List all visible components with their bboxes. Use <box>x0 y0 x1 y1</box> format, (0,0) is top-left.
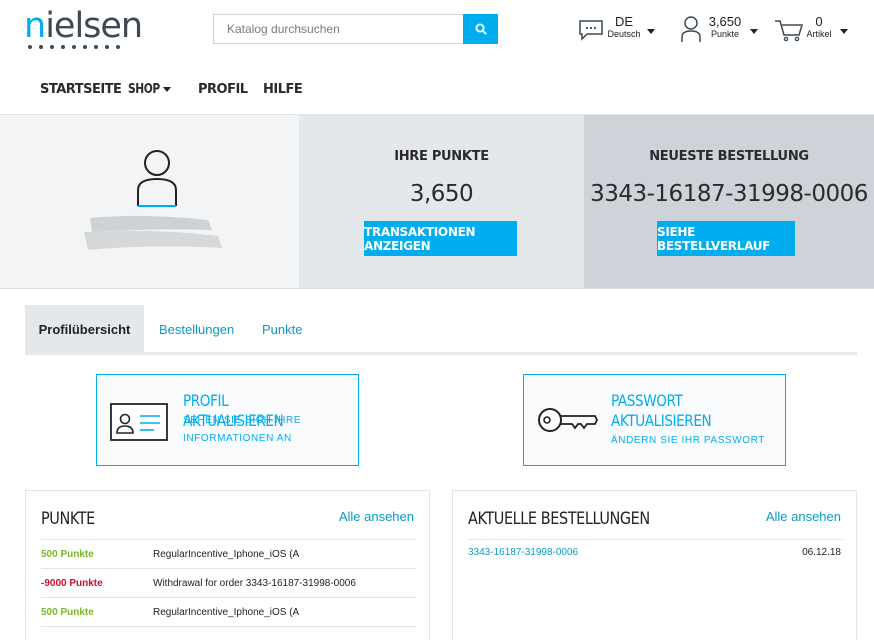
avatar-icon <box>137 150 177 207</box>
nav-label: PROFIL <box>198 82 248 97</box>
id-card-icon <box>110 403 168 441</box>
update-profile-sub1: SEHEN SIE SICH IHRE <box>183 415 302 426</box>
nielsen-logo[interactable]: nielsen <box>24 6 143 50</box>
profile-tabs: Profilübersicht Bestellungen Punkte <box>25 305 857 355</box>
redacted-username <box>84 215 222 250</box>
chat-bubble-icon <box>579 20 603 41</box>
user-panel <box>0 115 299 288</box>
header-points-label: Punkte <box>710 29 740 39</box>
latest-order-panel: NEUESTE BESTELLUNG 3343-16187-31998-0006… <box>584 115 874 288</box>
cart-label: Artikel <box>806 29 832 39</box>
update-password-card[interactable]: PASSWORT AKTUALISIEREN ÄNDERN SIE IHR PA… <box>523 374 786 466</box>
points-row: -9000 Punkte Withdrawal for order 3343-1… <box>41 568 416 597</box>
points-amount: 500 Punkte <box>41 548 94 560</box>
points-amount: -9000 Punkte <box>41 577 103 589</box>
points-view-all-link[interactable]: Alle ansehen <box>339 509 414 524</box>
caret-down-icon <box>840 29 848 34</box>
update-password-title-1: PASSWORT <box>611 391 683 410</box>
search-button[interactable] <box>463 14 498 44</box>
order-number-link[interactable]: 3343-16187-31998-0006 <box>468 547 578 558</box>
caret-down-icon <box>647 29 655 34</box>
points-panel-title: PUNKTE <box>41 509 95 529</box>
points-amount: 500 Punkte <box>41 606 94 618</box>
search-box <box>213 14 498 44</box>
points-panel: PUNKTE Alle ansehen 500 Punkte RegularIn… <box>25 490 430 640</box>
user-icon <box>681 16 701 42</box>
key-icon <box>538 408 599 432</box>
nav-item-profil[interactable]: PROFIL <box>198 80 263 98</box>
points-description: Withdrawal for order 3343-16187-31998-00… <box>153 577 356 589</box>
language-label: Deutsch <box>607 29 641 39</box>
cart-icon <box>775 20 804 42</box>
points-title: IHRE PUNKTE <box>394 149 489 164</box>
recent-orders-panel: AKTUELLE BESTELLUNGEN Alle ansehen 3343-… <box>452 490 857 640</box>
latest-order-title: NEUESTE BESTELLUNG <box>649 149 809 164</box>
recent-orders-title: AKTUELLE BESTELLUNGEN <box>468 509 650 529</box>
order-date: 06.12.18 <box>802 547 841 558</box>
update-password-sub: ÄNDERN SIE IHR PASSWORT <box>611 435 766 446</box>
points-description: RegularIncentive_Iphone_iOS (A <box>153 606 300 618</box>
header-points-value: 3,650 <box>708 14 742 29</box>
latest-order-number: 3343-16187-31998-0006 <box>590 181 868 207</box>
points-row: 500 Punkte RegularIncentive_Iphone_iOS (… <box>41 597 416 626</box>
update-password-title-2: AKTUALISIEREN <box>611 411 712 430</box>
language-code: DE <box>614 14 634 29</box>
divider <box>41 626 416 627</box>
nav-label: SHOP <box>128 81 160 97</box>
points-row: 500 Punkte RegularIncentive_Iphone_iOS (… <box>41 539 416 568</box>
orders-view-all-link[interactable]: Alle ansehen <box>766 509 841 524</box>
tab-punkte[interactable]: Punkte <box>262 305 302 353</box>
site-header: nielsen DE Deutsch 3,650 Punk <box>0 0 874 62</box>
main-nav: STARTSEITE SHOP PROFIL HILFE <box>40 80 313 98</box>
nav-item-startseite[interactable]: STARTSEITE <box>40 80 128 98</box>
points-panel-hero: IHRE PUNKTE 3,650 TRANSAKTIONEN ANZEIGEN <box>299 115 584 288</box>
search-icon <box>475 23 487 35</box>
points-value: 3,650 <box>409 181 474 207</box>
points-dropdown[interactable]: 3,650 Punkte <box>680 14 758 46</box>
cart-dropdown[interactable]: 0 Artikel <box>774 14 848 46</box>
divider <box>468 539 843 540</box>
search-input[interactable] <box>214 15 464 43</box>
language-selector[interactable]: DE Deutsch <box>578 14 655 46</box>
nav-item-hilfe[interactable]: HILFE <box>263 80 313 98</box>
nav-item-shop[interactable]: SHOP <box>128 82 198 97</box>
tab-bestellungen[interactable]: Bestellungen <box>159 305 234 353</box>
update-profile-sub2: INFORMATIONEN AN <box>183 433 292 444</box>
show-transactions-button[interactable]: TRANSAKTIONEN ANZEIGEN <box>364 221 517 256</box>
tab-profiluebersicht[interactable]: Profilübersicht <box>25 305 144 353</box>
dashboard-hero: IHRE PUNKTE 3,650 TRANSAKTIONEN ANZEIGEN… <box>0 114 874 289</box>
order-history-button[interactable]: SIEHE BESTELLVERLAUF <box>657 221 795 256</box>
update-profile-card[interactable]: PROFIL AKTUALISIEREN SEHEN SIE SICH IHRE… <box>96 374 359 466</box>
nav-label: HILFE <box>263 82 303 97</box>
cart-count: 0 <box>815 14 823 29</box>
caret-down-icon <box>162 86 171 92</box>
nav-label: STARTSEITE <box>40 82 122 97</box>
caret-down-icon <box>750 29 758 34</box>
points-description: RegularIncentive_Iphone_iOS (A <box>153 548 300 560</box>
